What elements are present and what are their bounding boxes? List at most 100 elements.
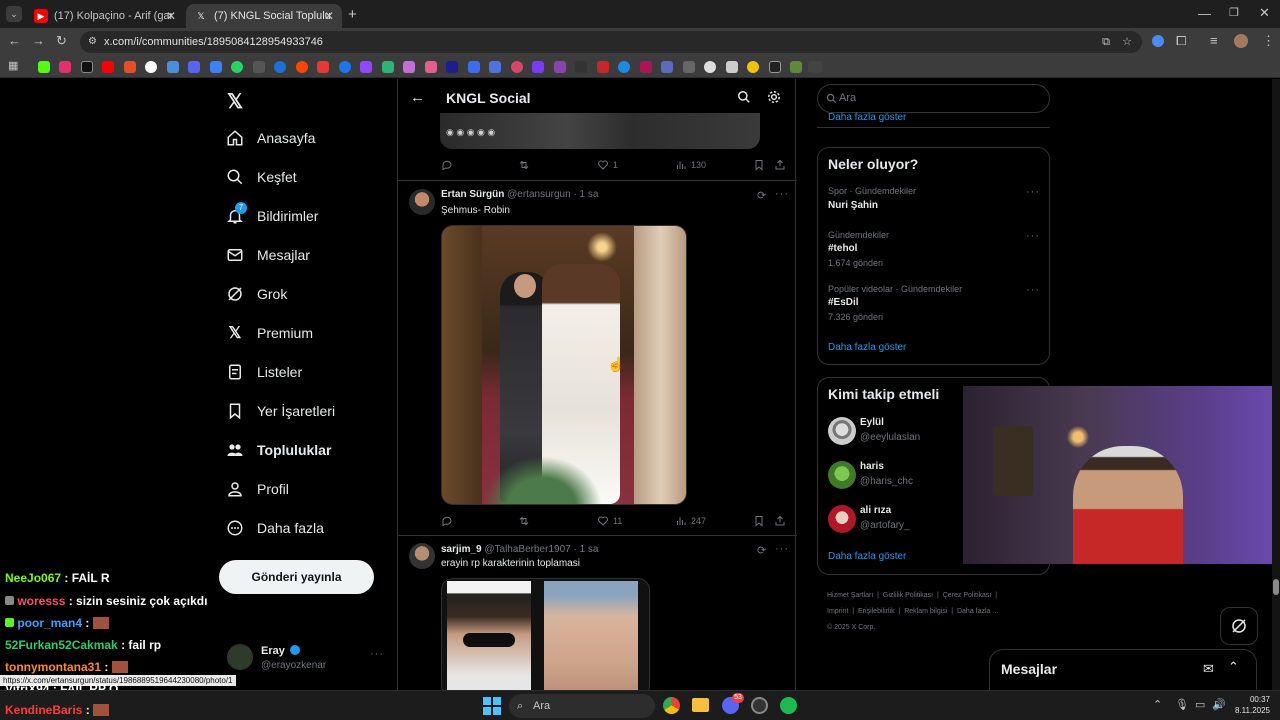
trend-item[interactable]: Spor · Gündemdekiler Nuri Şahin ··· (818, 184, 1049, 220)
media-control-icon[interactable]: ≡ (1210, 33, 1218, 48)
bookmark-icon[interactable] (790, 61, 802, 73)
post-time[interactable]: · 1 sa (573, 189, 598, 200)
gear-icon[interactable] (767, 90, 781, 109)
trend-more-icon[interactable]: ··· (1026, 186, 1040, 198)
bookmark-icon[interactable] (575, 61, 587, 73)
sidebar-item-home[interactable]: Anasayfa (225, 128, 315, 148)
bookmark-icon[interactable] (274, 61, 286, 73)
bookmark-icon[interactable] (683, 61, 695, 73)
discord-icon[interactable]: 53 (722, 693, 744, 714)
search-input[interactable]: Ara (817, 84, 1050, 113)
bookmark-icon[interactable] (210, 61, 222, 73)
footer-link[interactable]: Reklam bilgisi (904, 608, 947, 615)
bookmark-icon[interactable] (704, 61, 716, 73)
chrome-icon[interactable] (663, 697, 680, 714)
bookmark-icon[interactable] (489, 61, 501, 73)
bookmark-star-icon[interactable]: ☆ (1122, 31, 1132, 53)
x-logo-icon[interactable]: 𝕏 (227, 89, 243, 114)
footer-link[interactable]: Imprint (827, 608, 848, 615)
post-image[interactable] (447, 581, 531, 690)
previous-post-media[interactable]: ◉ ◉ ◉ ◉ ◉ (440, 113, 760, 149)
sidebar-item-bookmarks[interactable]: Yer İşaretleri (225, 401, 335, 421)
bookmark-icon[interactable] (726, 61, 738, 73)
new-message-icon[interactable]: ✉ (1203, 661, 1214, 677)
bookmark-icon[interactable] (468, 61, 480, 73)
views-button[interactable]: 130 (675, 159, 706, 171)
author-name[interactable]: sarjim_9 (441, 544, 482, 555)
bookmark-icon[interactable] (382, 61, 394, 73)
post-image[interactable] (441, 225, 687, 505)
tab-x-community[interactable]: 𝕏 (7) KNGL Social Topluluk / X ✕ (186, 4, 342, 28)
bookmark-icon[interactable] (808, 61, 822, 73)
trend-item[interactable]: Gündemdekiler #tehol 1.674 gönderi ··· (818, 228, 1049, 274)
post-time[interactable]: · 1 sa (573, 544, 598, 555)
sidebar-item-notifications[interactable]: 7 Bildirimler (225, 202, 318, 226)
close-tab-icon[interactable]: ✕ (324, 9, 334, 23)
back-icon[interactable]: ← (8, 33, 21, 48)
show-more-link[interactable]: Daha fazla göster (828, 342, 906, 353)
author-handle[interactable]: @TalhaBerber1907 (484, 544, 570, 555)
bookmark-icon[interactable] (403, 61, 415, 73)
post-image-grid[interactable] (441, 578, 650, 690)
grok-icon[interactable]: ⟳ (757, 189, 766, 202)
trend-more-icon[interactable]: ··· (1026, 284, 1040, 296)
taskbar-search[interactable]: ⌕ Ara (509, 694, 655, 718)
clock[interactable]: 00:37 8.11.2025 (1232, 694, 1270, 716)
repost-button[interactable] (518, 515, 534, 527)
avatar[interactable] (409, 189, 435, 215)
bookmark-reddit-icon[interactable] (296, 61, 308, 73)
bookmark-button[interactable] (753, 515, 769, 527)
site-info-icon[interactable]: ⚙ (88, 31, 97, 53)
profile-avatar[interactable] (1234, 34, 1248, 48)
tab-search-icon[interactable]: ⌄ (6, 6, 22, 22)
bookmark-x-icon[interactable] (81, 61, 93, 73)
footer-link[interactable]: Gizlilik Politikası (883, 592, 933, 599)
close-window-icon[interactable]: ✕ (1259, 5, 1270, 21)
bookmark-button[interactable] (753, 159, 769, 171)
bookmark-icon[interactable] (769, 61, 781, 73)
reply-button[interactable] (441, 159, 457, 171)
file-explorer-icon[interactable] (692, 698, 709, 712)
bookmark-icon[interactable] (597, 61, 609, 73)
scrollbar-thumb[interactable] (1273, 579, 1279, 595)
bookmark-facebook-icon[interactable] (339, 61, 351, 73)
volume-icon[interactable]: 🔊 (1212, 698, 1226, 711)
bookmark-google-icon[interactable] (145, 61, 157, 73)
close-tab-icon[interactable]: ✕ (166, 9, 176, 23)
like-button[interactable]: 11 (597, 515, 622, 527)
footer-link[interactable]: Hizmet Şartları (827, 592, 873, 599)
bookmark-icon[interactable] (618, 61, 630, 73)
new-tab-icon[interactable]: + (348, 6, 357, 23)
sidebar-item-grok[interactable]: Grok (225, 284, 287, 304)
bookmark-icon[interactable] (511, 61, 523, 73)
maximize-icon[interactable]: ❐ (1229, 6, 1239, 19)
messages-drawer[interactable]: Mesajlar ✉ ⌃ (989, 649, 1257, 690)
back-arrow-icon[interactable]: ← (410, 89, 425, 106)
author-name[interactable]: Ertan Sürgün (441, 189, 504, 200)
bookmark-whatsapp-icon[interactable] (231, 61, 243, 73)
sidebar-item-communities[interactable]: Topluluklar (225, 440, 331, 460)
bookmark-gmail-icon[interactable] (124, 61, 136, 73)
microphone-icon[interactable]: 🎙 (1175, 698, 1189, 711)
bookmark-icon[interactable] (640, 61, 652, 73)
reload-icon[interactable]: ↻ (56, 33, 67, 49)
bookmark-icon[interactable] (532, 61, 544, 73)
bookmark-icon[interactable] (554, 61, 566, 73)
bookmark-twitch-icon[interactable] (360, 61, 372, 73)
sidebar-item-premium[interactable]: 𝕏 Premium (225, 323, 313, 343)
extensions-puzzle-icon[interactable]: ⧠ (1176, 33, 1186, 49)
footer-link[interactable]: Çerez Politikası (943, 592, 992, 599)
minimize-icon[interactable]: — (1198, 6, 1211, 21)
post-more-icon[interactable]: ··· (775, 543, 789, 555)
menu-kebab-icon[interactable]: ⋮ (1262, 33, 1275, 49)
show-more-link[interactable]: Daha fazla göster (828, 112, 906, 123)
tray-chevron-icon[interactable]: ⌃ (1153, 698, 1162, 711)
steam-icon[interactable] (751, 697, 768, 714)
forward-icon[interactable]: → (32, 33, 45, 48)
install-app-icon[interactable]: ⧉ (1102, 31, 1110, 53)
avatar[interactable] (409, 543, 435, 569)
bookmark-icon[interactable] (747, 61, 759, 73)
bookmark-icon[interactable] (446, 61, 458, 73)
extension-icon[interactable] (1152, 35, 1164, 47)
sidebar-item-lists[interactable]: Listeler (225, 362, 302, 382)
